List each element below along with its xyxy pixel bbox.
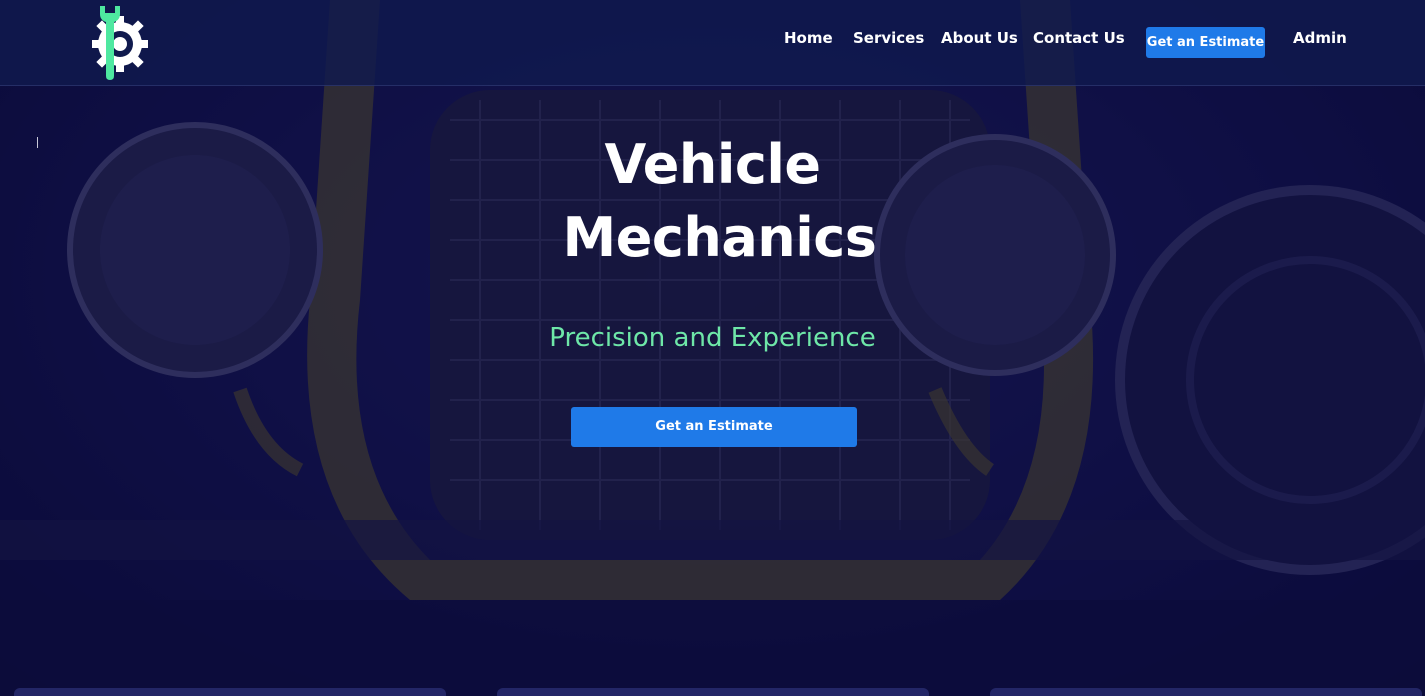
service-card [497,688,929,696]
hero-get-estimate-button[interactable]: Get an Estimate [571,407,857,447]
hero-title-text: Vehicle Mechanics [562,133,877,269]
nav-about-link[interactable]: About Us [941,28,1018,48]
service-card [990,688,1422,696]
nav-services-link[interactable]: Services [853,28,924,48]
site-header: Home Services About Us Contact Us Get an… [0,0,1425,86]
main-nav: Home Services About Us Contact Us Get an… [0,27,1425,62]
nav-get-estimate-button[interactable]: Get an Estimate [1146,27,1265,58]
hero-title: Vehicle Mechanics [0,128,1425,274]
hero-subtitle: Precision and Experience [549,323,876,353]
nav-home-link[interactable]: Home [784,28,833,48]
nav-contact-link[interactable]: Contact Us [1033,28,1125,48]
service-card [14,688,446,696]
nav-admin-link[interactable]: Admin [1293,28,1347,48]
